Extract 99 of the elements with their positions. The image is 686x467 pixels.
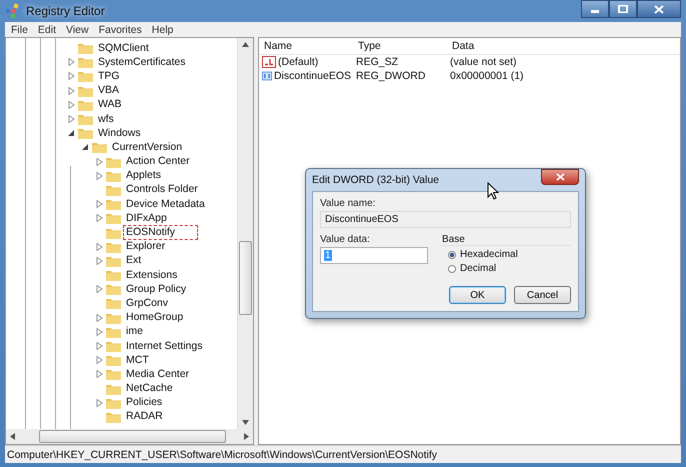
horizontal-scrollbar[interactable] xyxy=(6,429,253,444)
field-label: Value name: xyxy=(320,198,376,209)
folder-icon xyxy=(106,297,121,310)
folder-icon xyxy=(106,254,121,267)
column-header[interactable]: Name xyxy=(259,40,353,52)
column-header[interactable]: Data xyxy=(447,40,680,52)
folder-icon xyxy=(92,141,107,154)
menu-item[interactable]: Help xyxy=(148,24,178,36)
scroll-left-icon[interactable] xyxy=(10,433,15,440)
tree-item[interactable]: Media Center xyxy=(123,366,192,382)
window-title: Registry Editor xyxy=(26,4,105,18)
folder-icon xyxy=(106,340,121,352)
folder-icon xyxy=(106,396,121,409)
folder-icon xyxy=(78,42,93,54)
folder-icon xyxy=(78,84,93,97)
tree-item[interactable]: Group Policy xyxy=(123,282,190,297)
group-label: Base xyxy=(442,234,571,246)
binary-value-icon xyxy=(262,70,272,82)
scroll-thumb[interactable] xyxy=(239,241,252,315)
expand-arrow-icon[interactable] xyxy=(96,398,103,407)
folder-icon xyxy=(78,70,93,82)
field-label: Value data: xyxy=(320,234,371,245)
value-name[interactable]: (Default) xyxy=(278,56,318,68)
maximize-button[interactable] xyxy=(609,0,637,18)
column-header[interactable]: Type xyxy=(353,40,447,52)
tree-item[interactable]: wfs xyxy=(95,112,117,127)
folder-icon xyxy=(106,226,121,239)
tree-item[interactable]: Windows xyxy=(95,126,144,141)
folder-icon xyxy=(78,113,93,126)
close-icon xyxy=(654,4,664,14)
menu-item[interactable]: View xyxy=(62,24,93,36)
scroll-thumb[interactable] xyxy=(39,430,226,443)
value-data: 0x00000001 (1) xyxy=(449,70,525,82)
tree-item[interactable]: EOSNotify xyxy=(123,225,198,240)
scroll-right-icon[interactable] xyxy=(244,433,249,440)
folder-icon xyxy=(106,212,121,224)
key-path: Computer\HKEY_CURRENT_USER\Software\Microsoft\Windows\CurrentVersion\EOSNotify xyxy=(7,448,438,460)
menu-item[interactable]: File xyxy=(7,24,32,36)
mouse-cursor-icon xyxy=(487,182,499,200)
tree-item[interactable]: Extensions xyxy=(123,268,180,283)
tree-item[interactable]: GrpConv xyxy=(123,296,172,311)
tree-item[interactable]: CurrentVersion xyxy=(109,140,186,155)
tree-item[interactable]: NetCache xyxy=(123,381,176,396)
value-data: (value not set) xyxy=(449,56,518,68)
folder-icon xyxy=(106,184,121,196)
tree-item[interactable]: Ext xyxy=(123,253,144,268)
close-icon xyxy=(556,173,564,181)
folder-icon xyxy=(106,283,121,296)
expand-arrow-icon[interactable] xyxy=(96,285,103,294)
tree-item[interactable]: Action Center xyxy=(123,154,193,170)
value-type: REG_SZ xyxy=(355,56,400,68)
scroll-up-icon[interactable] xyxy=(242,42,249,47)
folder-icon xyxy=(106,156,121,168)
tree-item[interactable]: SystemCertificates xyxy=(95,54,189,70)
scroll-down-icon[interactable] xyxy=(242,420,249,425)
tree-item[interactable]: SQMClient xyxy=(95,40,152,56)
tree-item[interactable]: Internet Settings xyxy=(123,338,206,354)
tree-item[interactable]: RADAR xyxy=(123,409,166,424)
folder-icon xyxy=(106,326,121,338)
ok-button[interactable]: OK xyxy=(449,286,506,304)
folder-icon xyxy=(106,312,121,324)
folder-icon xyxy=(106,269,121,282)
folder-icon xyxy=(106,170,121,182)
tree-item[interactable]: Applets xyxy=(123,168,164,184)
menu-item[interactable]: Edit xyxy=(34,24,60,36)
folder-icon xyxy=(106,410,121,423)
dialog-title: Edit DWORD (32-bit) Value xyxy=(312,174,440,186)
close-button[interactable] xyxy=(541,169,579,185)
close-button[interactable] xyxy=(637,0,681,18)
folder-icon xyxy=(106,198,121,210)
tree-item[interactable]: MCT xyxy=(123,352,152,368)
value-name[interactable]: DiscontinueEOS xyxy=(274,70,351,82)
folder-icon xyxy=(106,354,121,366)
maximize-icon xyxy=(618,5,628,13)
folder-icon xyxy=(106,368,121,380)
folder-icon xyxy=(78,98,93,111)
value-type: REG_DWORD xyxy=(355,70,426,82)
folder-icon xyxy=(78,56,93,68)
tree-item[interactable]: WAB xyxy=(95,97,125,112)
cancel-button[interactable]: Cancel xyxy=(514,286,571,304)
menu-item[interactable]: Favorites xyxy=(94,24,146,36)
tree-item[interactable]: Policies xyxy=(123,395,166,410)
registry-icon xyxy=(5,3,21,19)
tree-item[interactable]: Device Metadata xyxy=(123,196,208,212)
tree-item[interactable]: VBA xyxy=(95,83,122,98)
minimize-button[interactable] xyxy=(581,0,609,18)
vertical-scrollbar[interactable] xyxy=(237,38,253,429)
tree-item[interactable]: TPG xyxy=(95,68,123,84)
folder-icon xyxy=(106,240,121,253)
tree-item[interactable]: Explorer xyxy=(123,239,168,254)
folder-icon xyxy=(106,382,121,395)
tree-item[interactable]: ime xyxy=(123,324,146,340)
tree-item[interactable]: Controls Folder xyxy=(123,182,201,198)
radio-option[interactable]: Decimal xyxy=(442,263,571,274)
value-name-field[interactable]: DiscontinueEOS xyxy=(320,211,571,228)
radio-option[interactable]: Hexadecimal xyxy=(442,249,571,260)
folder-icon xyxy=(78,127,93,140)
tree-item[interactable]: DIFxApp xyxy=(123,210,170,226)
tree-item[interactable]: HomeGroup xyxy=(123,310,186,326)
